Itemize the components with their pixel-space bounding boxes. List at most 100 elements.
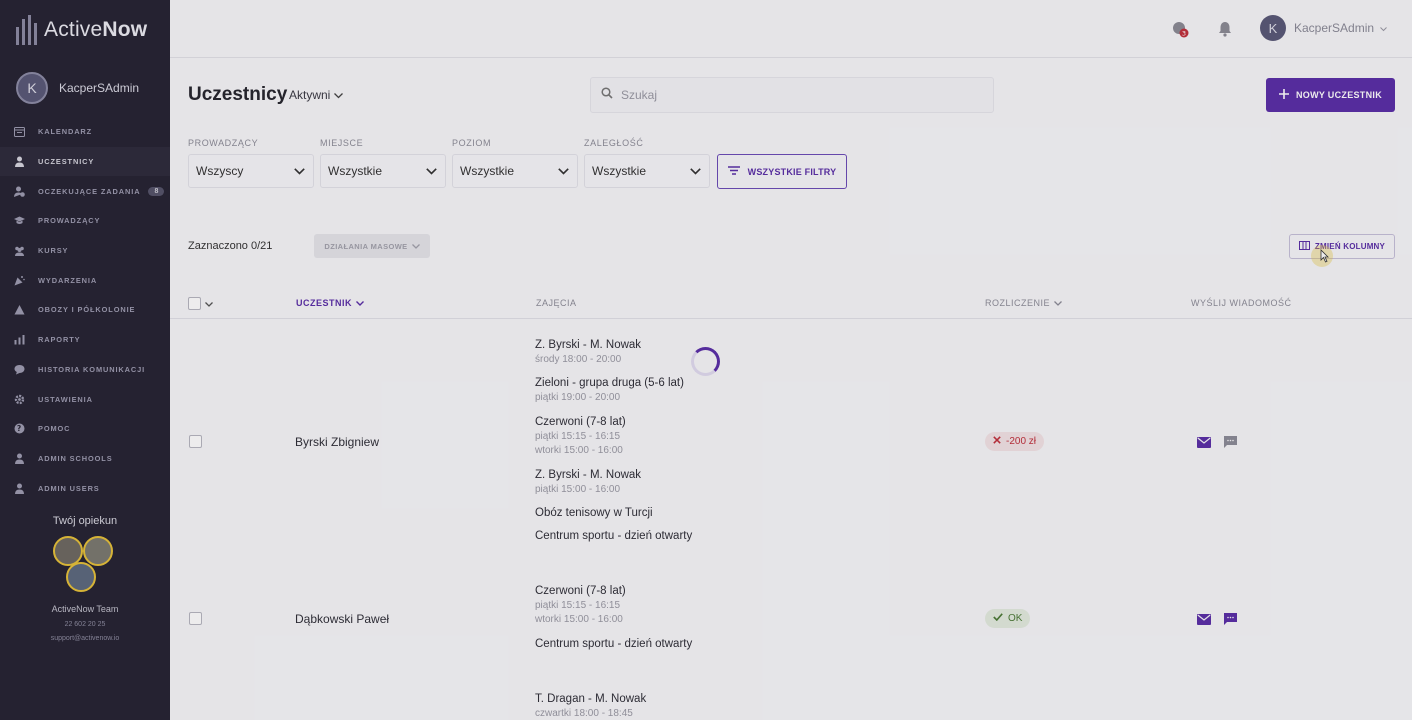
class-name: Z. Byrski - M. Nowak [535,469,642,481]
avatar: K [1260,15,1286,41]
new-participant-button[interactable]: Nowy uczestnik [1266,78,1395,112]
sidebar-item-uczestnicy[interactable]: Uczestnicy [0,146,170,177]
filter-value: Wszyscy [196,164,244,178]
column-header-label: Wyślij wiadomość [1191,298,1292,308]
filter-value: Wszystkie [460,164,514,178]
filter-value: Wszystkie [328,164,382,178]
sidebar-item-label: Obozy i półkolonie [38,305,136,315]
checkbox[interactable] [188,297,201,310]
participant-name[interactable]: Dąbkowski Paweł [295,612,389,626]
team-photos [53,536,117,596]
column-header-label: Rozliczenie [985,298,1051,308]
filter-select[interactable]: Wszystkie [452,154,578,188]
chevron-down-icon [426,164,437,178]
row-checkbox[interactable] [189,435,202,448]
sidebar-item-kalendarz[interactable]: Kalendarz [0,117,170,147]
column-header-billing[interactable]: Rozliczenie [985,298,1062,308]
filter-select[interactable]: Wszyscy [188,154,314,188]
status-filter-dropdown[interactable]: Aktywni [289,88,344,102]
class-item: Czerwoni (7-8 lat) piątki 15:15 - 16:15 … [535,585,626,625]
billing-status-badge: OK [985,609,1031,628]
class-time: środy 18:00 - 20:00 [535,354,622,365]
top-user-menu[interactable]: K KacperSAdmin [1260,15,1387,41]
all-filters-label: Wszystkie filtry [747,166,837,177]
logo-bars-icon [16,15,37,45]
bulk-actions-button[interactable]: Działania masowe [314,234,430,258]
all-filters-button[interactable]: Wszystkie filtry [717,154,847,189]
sidebar-item-label: Uczestnicy [38,157,95,167]
column-header-participant[interactable]: Uczestnik [296,298,364,308]
search-input[interactable] [621,88,961,102]
email-icon[interactable] [1197,612,1211,625]
class-item: Z. Byrski - M. Nowak piątki 15:00 - 16:0… [535,469,641,495]
gear-icon [14,394,25,405]
billing-value: OK [1008,613,1023,624]
row-checkbox[interactable] [189,612,202,625]
sidebar-item-prowadzacy[interactable]: Prowadzący [0,206,170,236]
bell-icon[interactable] [1218,21,1234,37]
search-box [590,77,994,113]
sidebar-item-oczekujace-zadania[interactable]: Oczekujące zadania 8 [0,176,170,206]
loading-spinner-icon [691,347,720,376]
class-time: piątki 19:00 - 20:00 [535,392,621,403]
sidebar-item-pomoc[interactable]: ? Pomoc [0,414,170,444]
sidebar-item-historia-komunikacji[interactable]: Historia komunikacji [0,355,170,385]
chevron-down-icon [558,164,569,178]
chevron-down-icon [1380,19,1387,37]
column-header-classes: Zajęcia [536,298,577,308]
chevron-down-icon [334,88,344,102]
participant-name[interactable]: Byrski Zbigniew [295,435,379,449]
brand-name: ActiveNow [44,18,148,41]
filter-lines-icon [727,166,740,177]
change-columns-button[interactable]: Zmień kolumny [1289,234,1395,259]
tent-icon [14,304,25,315]
party-icon [14,275,25,286]
support-email[interactable]: support@activenow.io [0,635,170,642]
team-name: ActiveNow Team [51,604,119,614]
sidebar-user-name: KacperSAdmin [59,81,140,95]
sidebar-item-label: Raporty [38,335,81,345]
filter-label: Prowadzący [188,138,259,148]
sidebar-item-obozy[interactable]: Obozy i półkolonie [0,295,170,325]
sidebar-item-admin-users[interactable]: Admin users [0,473,170,503]
sidebar: ActiveNow K KacperSAdmin Kalendarz Uczes… [0,0,170,720]
class-time: piątki 15:15 - 16:15 [535,600,621,611]
person-icon [14,483,25,494]
sms-icon[interactable] [1224,612,1238,625]
sidebar-item-admin-schools[interactable]: Admin schools [0,444,170,474]
sidebar-user[interactable]: K KacperSAdmin [16,72,139,104]
help-icon: ? [14,423,25,434]
filter-poziom: Poziom Wszystkie [452,138,578,188]
filter-select[interactable]: Wszystkie [584,154,710,188]
coins-icon[interactable]: 3 [1172,21,1189,38]
email-icon[interactable] [1197,435,1211,448]
sidebar-item-label: Admin users [38,483,100,493]
person-icon [14,453,25,464]
class-name: Czerwoni (7-8 lat) [535,416,626,428]
mouse-cursor-icon [1309,243,1335,274]
sidebar-item-kursy[interactable]: Kursy [0,236,170,266]
account-manager-box: Twój opiekun ActiveNow Team 22 602 20 25… [0,515,170,642]
billing-value: -200 zł [1006,436,1037,447]
select-all-checkbox[interactable] [188,297,213,310]
sidebar-item-label: Oczekujące zadania [38,186,141,196]
sidebar-item-ustawienia[interactable]: Ustawienia [0,384,170,414]
class-name: Centrum sportu - dzień otwarty [535,530,693,542]
chevron-down-icon [1054,298,1062,308]
table-header: Uczestnik Zajęcia Rozliczenie Wyślij wia… [170,288,1412,319]
logo[interactable]: ActiveNow [16,14,147,46]
column-header-label: Uczestnik [296,298,352,308]
class-item: Czerwoni (7-8 lat) piątki 15:15 - 16:15 … [535,416,626,456]
plus-icon [1278,89,1289,101]
team-member-photo [66,562,96,592]
filter-select[interactable]: Wszystkie [320,154,446,188]
class-item: Obóz tenisowy w Turcji [535,507,653,519]
sidebar-item-raporty[interactable]: Raporty [0,325,170,355]
sidebar-item-label: Wydarzenia [38,275,98,285]
notification-count: 3 [1182,30,1186,38]
chevron-down-icon [411,242,420,251]
sidebar-item-wydarzenia[interactable]: Wydarzenia [0,265,170,295]
selected-count: Zaznaczono 0/21 [188,240,273,252]
chevron-down-icon [690,164,701,178]
calendar-icon [14,126,25,138]
